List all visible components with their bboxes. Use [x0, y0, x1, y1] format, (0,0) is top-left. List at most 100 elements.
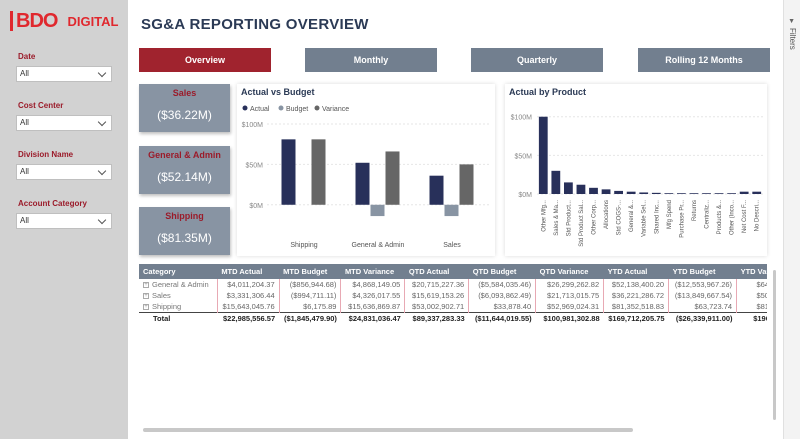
x-tick-label: Shipping: [290, 242, 317, 249]
column-header[interactable]: QTD Budget: [468, 264, 536, 279]
kpi-value: ($36.22M): [157, 108, 212, 122]
bar: [639, 192, 649, 194]
y-tick-label: $100M: [511, 115, 533, 122]
x-tick-label: Products &...: [717, 200, 723, 235]
bar-actual: [281, 139, 296, 205]
row-category-cell[interactable]: + General & Admin: [139, 279, 218, 290]
chevron-down-icon: [97, 166, 107, 176]
x-tick-label: General & Admin: [352, 242, 405, 249]
kpi-label: Shipping: [165, 211, 204, 221]
bar: [664, 193, 674, 194]
table-row: + Shipping $15,643,045.76 $6,175.89 $15,6…: [139, 301, 767, 313]
bar: [626, 191, 636, 194]
bar-budget: [370, 204, 385, 217]
tab-monthly[interactable]: Monthly: [305, 48, 437, 72]
logo-mark: BDO: [10, 11, 58, 31]
y-tick-label: $50M: [245, 162, 263, 169]
horizontal-scrollbar[interactable]: [143, 428, 633, 432]
x-tick-label: Allocations: [604, 200, 610, 229]
table-cell: ($12,553,967.26): [668, 279, 738, 290]
total-cell: $24,831,036.47: [340, 312, 405, 324]
x-tick-label: Net Cost F...: [742, 200, 748, 233]
table-header-row: Category MTD Actual MTD Budget MTD Varia…: [139, 264, 767, 279]
column-header[interactable]: YTD Variance: [736, 264, 767, 279]
filters-pane[interactable]: ▼ Filters: [783, 0, 800, 439]
vertical-scrollbar[interactable]: [773, 270, 776, 420]
row-category-cell[interactable]: + Shipping: [139, 301, 218, 313]
column-header[interactable]: YTD Budget: [668, 264, 737, 279]
table-cell: $81,288,79: [736, 301, 767, 313]
x-tick-label: Other Mfg...: [541, 200, 547, 232]
bar-actual: [429, 175, 444, 205]
x-tick-label: Centraliz...: [705, 200, 711, 229]
column-header[interactable]: MTD Variance: [340, 264, 405, 279]
cost-center-filter-select[interactable]: All: [16, 115, 112, 131]
bar-budget: [444, 204, 459, 217]
table-cell: $81,352,518.83: [603, 301, 670, 313]
total-cell: $22,985,556.57: [217, 312, 280, 324]
table-cell: $36,221,286.72: [603, 290, 670, 301]
date-filter-select[interactable]: All: [16, 66, 112, 82]
table-cell: ($13,849,667.54): [668, 290, 738, 301]
column-header[interactable]: QTD Variance: [535, 264, 604, 279]
total-cell: ($26,339,911.00): [668, 312, 737, 324]
division-name-filter-select[interactable]: All: [16, 164, 112, 180]
bdo-logo: BDO DIGITAL: [10, 10, 118, 32]
x-tick-label: Returns: [692, 200, 698, 221]
column-header[interactable]: Category: [139, 264, 218, 279]
x-tick-label: Other (Inco...: [730, 200, 736, 235]
row-category-label: General & Admin: [152, 280, 209, 289]
tab-quarterly[interactable]: Quarterly: [471, 48, 603, 72]
table-cell: $33,878.40: [468, 301, 537, 313]
filter-label-cost-center: Cost Center: [18, 101, 64, 110]
total-cell: $100,981,302.88: [535, 312, 604, 324]
x-tick-label: Std COGS-...: [617, 200, 623, 236]
bar: [601, 189, 611, 194]
tab-rolling-12-months[interactable]: Rolling 12 Months: [638, 48, 770, 72]
filter-label-date: Date: [18, 52, 36, 61]
legend-label: Budget: [286, 106, 308, 113]
actual-by-product-chart: $100M $50M $0M Other Mfg... Sales & Ma... St…: [511, 115, 763, 247]
bar: [614, 190, 624, 194]
table-cell: ($6,093,862.49): [468, 290, 537, 301]
account-category-filter-select[interactable]: All: [16, 213, 112, 229]
tab-overview[interactable]: Overview: [139, 48, 271, 72]
x-tick-label: Sales: [443, 242, 461, 249]
table-cell: $20,715,227.36: [404, 279, 470, 290]
legend-label: Actual: [250, 106, 270, 113]
expand-icon[interactable]: +: [143, 293, 149, 300]
total-cell: $89,337,283.33: [404, 312, 469, 324]
bar: [676, 193, 686, 194]
column-header[interactable]: YTD Actual: [603, 264, 669, 279]
total-label: Total: [139, 312, 218, 324]
bar-variance: [459, 164, 474, 205]
column-header[interactable]: QTD Actual: [404, 264, 469, 279]
kpi-label: General & Admin: [148, 150, 221, 160]
table-cell: $6,175.89: [279, 301, 342, 313]
column-header[interactable]: MTD Budget: [279, 264, 341, 279]
column-header[interactable]: MTD Actual: [217, 264, 280, 279]
bar: [702, 193, 711, 194]
row-category-cell[interactable]: + Sales: [139, 290, 218, 301]
kpi-card-shipping: Shipping ($81.35M): [139, 207, 230, 255]
legend-marker: [314, 105, 320, 111]
expand-icon[interactable]: +: [143, 304, 149, 311]
table-cell: $50,070,95: [736, 290, 767, 301]
bar: [739, 191, 749, 194]
x-tick-label: Std Product Sal...: [579, 200, 585, 247]
table-cell: $3,331,306.44: [217, 290, 280, 301]
table-cell: ($856,944.68): [279, 279, 342, 290]
y-tick-label: $0M: [518, 192, 532, 199]
sga-matrix-table[interactable]: Category MTD Actual MTD Budget MTD Varia…: [139, 264, 767, 434]
table-row: + Sales $3,331,306.44 ($994,711.11) $4,32…: [139, 290, 767, 301]
table-cell: $4,868,149.05: [340, 279, 406, 290]
table-cell: ($994,711.11): [279, 290, 342, 301]
x-tick-label: Mfg Spend: [667, 200, 673, 229]
bar: [689, 193, 699, 194]
filter-label-division-name: Division Name: [18, 150, 74, 159]
x-tick-label: Sales & Ma...: [554, 200, 560, 236]
total-cell: $169,712,205.75: [603, 312, 669, 324]
bar: [752, 191, 762, 194]
table-cell: $21,713,015.75: [535, 290, 605, 301]
expand-icon[interactable]: +: [143, 282, 149, 289]
